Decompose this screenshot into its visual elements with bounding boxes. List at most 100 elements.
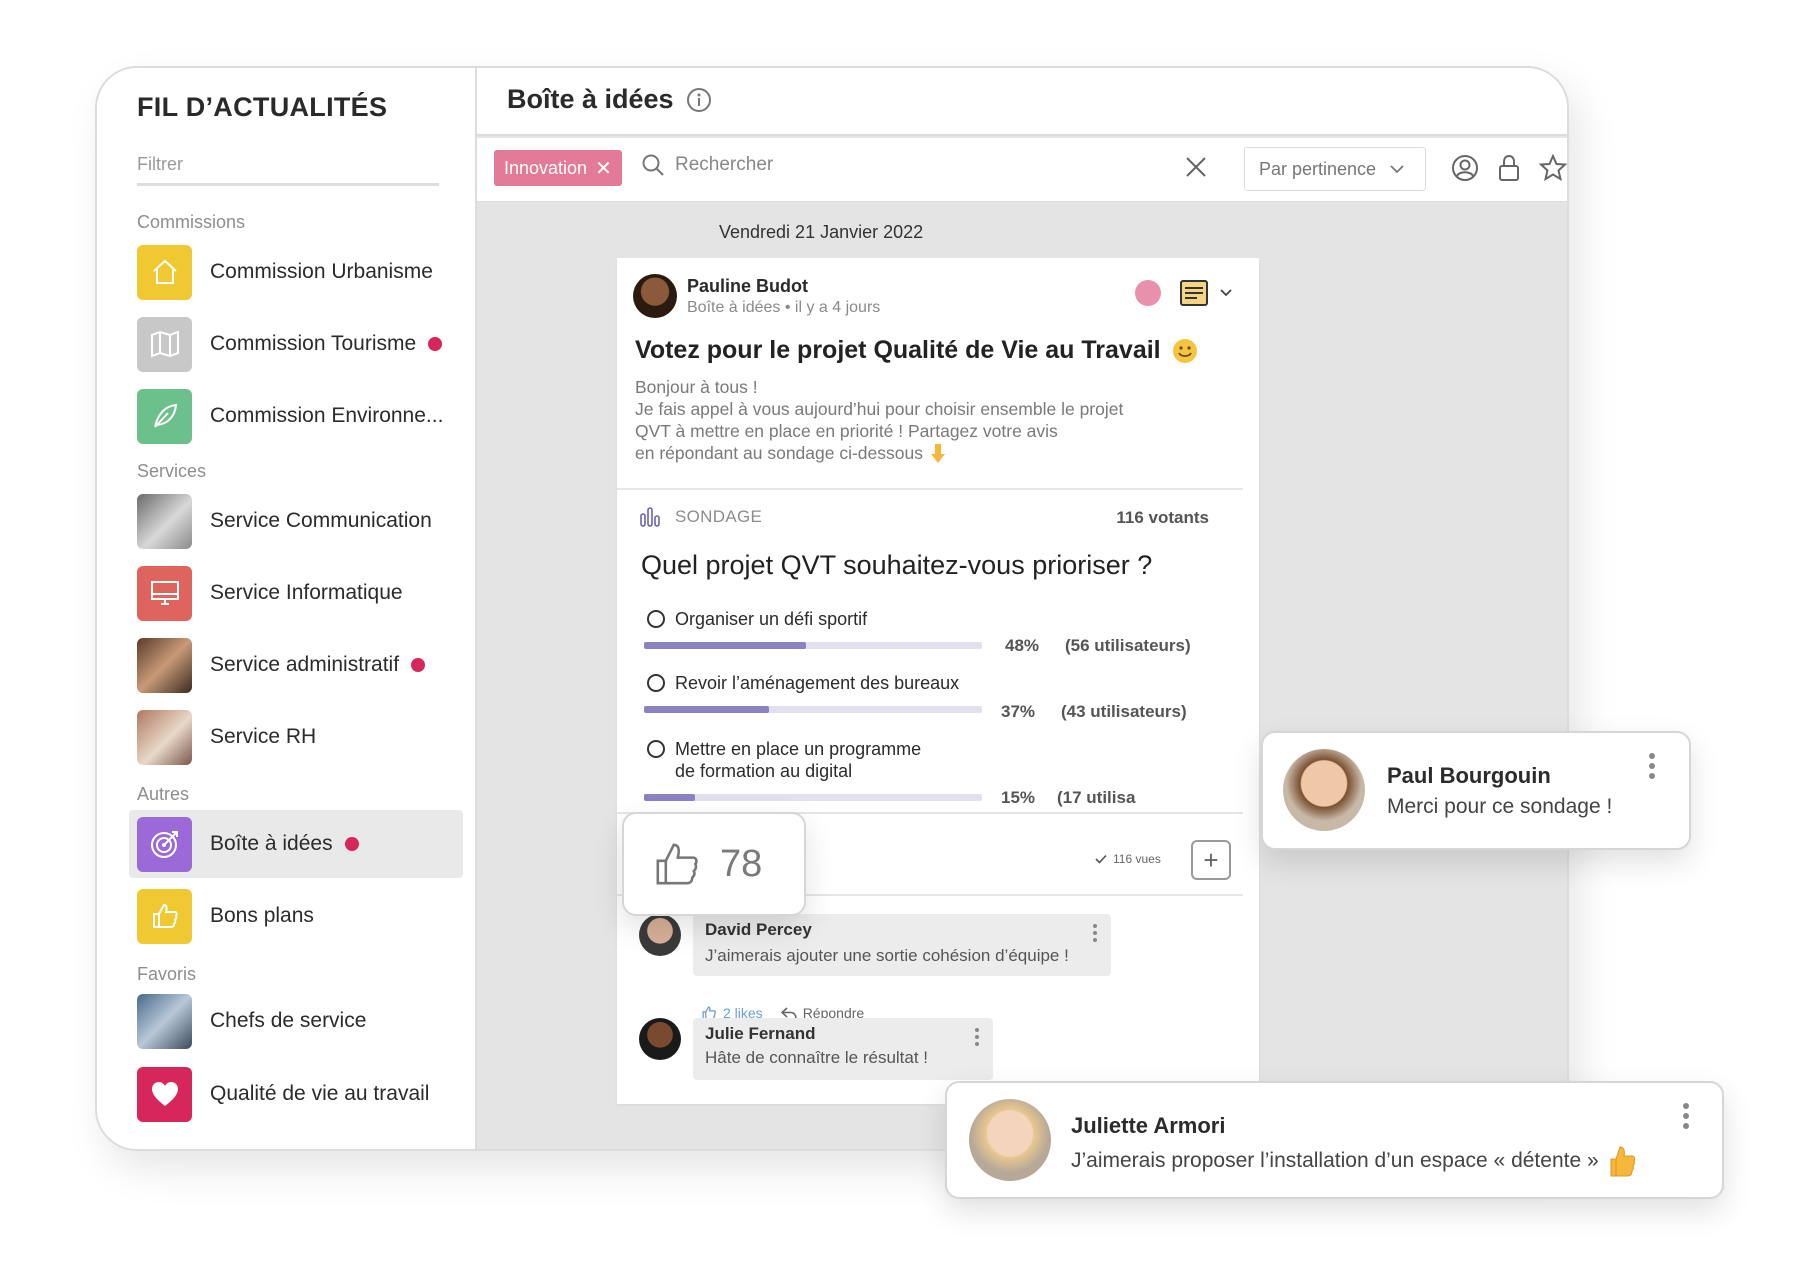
poll-option-users: (43 utilisateurs) — [1061, 702, 1187, 721]
comment-text-content: Merci pour ce sondage ! — [1387, 795, 1613, 818]
comment: Julie Fernand Hâte de connaître le résul… — [639, 1018, 993, 1080]
more-icon[interactable] — [1093, 924, 1097, 942]
avatar — [633, 274, 677, 318]
main-header: Boîte à idées — [477, 68, 1567, 136]
section-autres: Autres — [137, 784, 190, 804]
comment-author: Juliette Armori — [1071, 1113, 1226, 1138]
post-body-text: en répondant au sondage ci-dessous — [635, 443, 923, 463]
post-color-dot — [1135, 280, 1161, 306]
add-button[interactable]: + — [1191, 840, 1231, 880]
sidebar-item-urbanisme[interactable]: Commission Urbanisme — [137, 244, 437, 300]
leaf-icon — [137, 388, 192, 444]
comment-text: Hâte de connaître le résultat ! — [705, 1048, 953, 1068]
info-icon[interactable] — [686, 87, 712, 113]
sort-select[interactable]: Par pertinence — [1244, 147, 1426, 191]
sidebar-item-label: Service Informatique — [210, 581, 403, 604]
post-author[interactable]: Pauline Budot Boîte à idées • il y a 4 j… — [633, 274, 880, 318]
poll-option-text: Mettre en place un programme de formation… — [675, 738, 921, 782]
progress-bar — [644, 706, 982, 713]
comment-author: David Percey — [705, 920, 812, 939]
radio-button[interactable] — [647, 740, 665, 758]
section-services: Services — [137, 461, 207, 481]
sidebar-item-label: Commission Environne... — [210, 404, 444, 427]
more-icon[interactable] — [1683, 1103, 1689, 1129]
point-down-emoji-icon — [930, 444, 945, 463]
poll-option[interactable]: Organiser un défi sportif 48% (56 utilis… — [644, 608, 1227, 655]
sidebar-title: FIL D’ACTUALITÉS — [137, 92, 388, 122]
poll-option[interactable]: Mettre en place un programme de formation… — [644, 738, 1227, 807]
sidebar-item-rh[interactable]: Service RH — [137, 709, 437, 765]
article-icon — [1180, 280, 1208, 306]
poll-option-users: (56 utilisateurs) — [1065, 636, 1191, 655]
plus-icon: + — [1203, 844, 1219, 875]
thumbs-up-icon — [137, 888, 192, 944]
post-title: Votez pour le projet Qualité de Vie au T… — [635, 336, 1199, 365]
poll-votes: 116 votants — [1116, 508, 1209, 527]
check-icon — [1095, 854, 1107, 864]
progress-fill — [644, 706, 770, 713]
comment-card: Paul Bourgouin Merci pour ce sondage ! — [1261, 731, 1691, 850]
sidebar-item-label: Service RH — [210, 725, 317, 748]
author-group: Boîte à idées — [687, 298, 781, 316]
map-icon — [137, 316, 192, 372]
sidebar-item-boite-a-idees[interactable]: Boîte à idées — [129, 810, 463, 878]
comment-text-content: J’aimerais proposer l’installation d’un … — [1071, 1149, 1599, 1172]
sidebar-item-label: Qualité de vie au travail — [210, 1082, 430, 1105]
user-circle-icon[interactable] — [1451, 154, 1479, 182]
sidebar-item-label: Chefs de service — [210, 1009, 367, 1032]
post-title-text: Votez pour le projet Qualité de Vie au T… — [635, 336, 1161, 364]
avatar — [639, 914, 681, 956]
sidebar-item-bons-plans[interactable]: Bons plans — [137, 888, 437, 944]
clear-search-icon[interactable] — [1185, 156, 1207, 178]
unread-dot — [428, 337, 443, 351]
post-options[interactable] — [1179, 278, 1233, 308]
comment-text-content: Hâte de connaître le résultat ! — [705, 1048, 929, 1067]
sidebar-item-qvt[interactable]: Qualité de vie au travail — [137, 1066, 437, 1122]
chip-remove-icon[interactable]: ✕ — [595, 156, 612, 181]
radio-button[interactable] — [647, 610, 665, 628]
lock-icon[interactable] — [1497, 154, 1521, 182]
search-placeholder: Rechercher — [675, 154, 774, 175]
sidebar-item-communication[interactable]: Service Communication — [137, 493, 437, 549]
poll-option-label: Mettre en place un programme de formation… — [647, 738, 1227, 782]
likes-count: 78 — [720, 842, 763, 885]
progress-bar — [644, 642, 982, 649]
sidebar-item-tourisme[interactable]: Commission Tourisme — [137, 316, 443, 372]
chevron-down-icon — [1220, 289, 1232, 297]
monitor-icon — [137, 565, 192, 621]
filter-chip[interactable]: Innovation ✕ — [494, 150, 622, 186]
progress-bar — [644, 794, 982, 801]
divider — [617, 488, 1243, 490]
poll-option-line: Mettre en place un programme — [675, 739, 922, 759]
sidebar: FIL D’ACTUALITÉS Filtrer Commissions Com… — [97, 68, 477, 1149]
page-title: Boîte à idées — [507, 84, 712, 115]
sidebar-item-environnement[interactable]: Commission Environne... — [137, 388, 443, 444]
search-icon — [642, 154, 664, 176]
sidebar-item-informatique[interactable]: Service Informatique — [137, 565, 437, 621]
radio-button[interactable] — [647, 674, 665, 692]
search-input[interactable]: Rechercher — [641, 153, 773, 177]
comment-text-content: J’aimerais ajouter une sortie cohésion d… — [705, 946, 1069, 965]
poll-option[interactable]: Revoir l’aménagement des bureaux 37% (43… — [644, 672, 1227, 721]
comment-bubble: Julie Fernand Hâte de connaître le résul… — [693, 1018, 993, 1080]
sidebar-item-label: Commission Urbanisme — [210, 260, 433, 283]
more-icon[interactable] — [975, 1028, 979, 1046]
more-icon[interactable] — [1649, 753, 1655, 779]
views-count: 116 vues — [1095, 852, 1161, 866]
sidebar-item-chefs-de-service[interactable]: Chefs de service — [137, 993, 437, 1049]
photo-chefs — [137, 993, 192, 1049]
star-icon[interactable] — [1539, 154, 1567, 182]
likes-card[interactable]: 78 — [622, 812, 806, 916]
target-icon — [137, 816, 192, 872]
page-title-text: Boîte à idées — [507, 84, 674, 114]
post-body: Bonjour à tous ! Je fais appel à vous au… — [635, 376, 1195, 464]
avatar — [639, 1018, 681, 1060]
section-favoris: Favoris — [137, 964, 197, 984]
sidebar-item-administratif[interactable]: Service administratif — [137, 637, 437, 693]
filter-input[interactable]: Filtrer — [137, 154, 439, 186]
progress-fill — [644, 642, 807, 649]
smile-emoji-icon — [1172, 338, 1197, 363]
comment: David Percey J’aimerais ajouter une sort… — [639, 914, 1111, 976]
sidebar-item-label: Service administratif — [210, 653, 400, 676]
comment-bubble: David Percey J’aimerais ajouter une sort… — [693, 914, 1111, 976]
